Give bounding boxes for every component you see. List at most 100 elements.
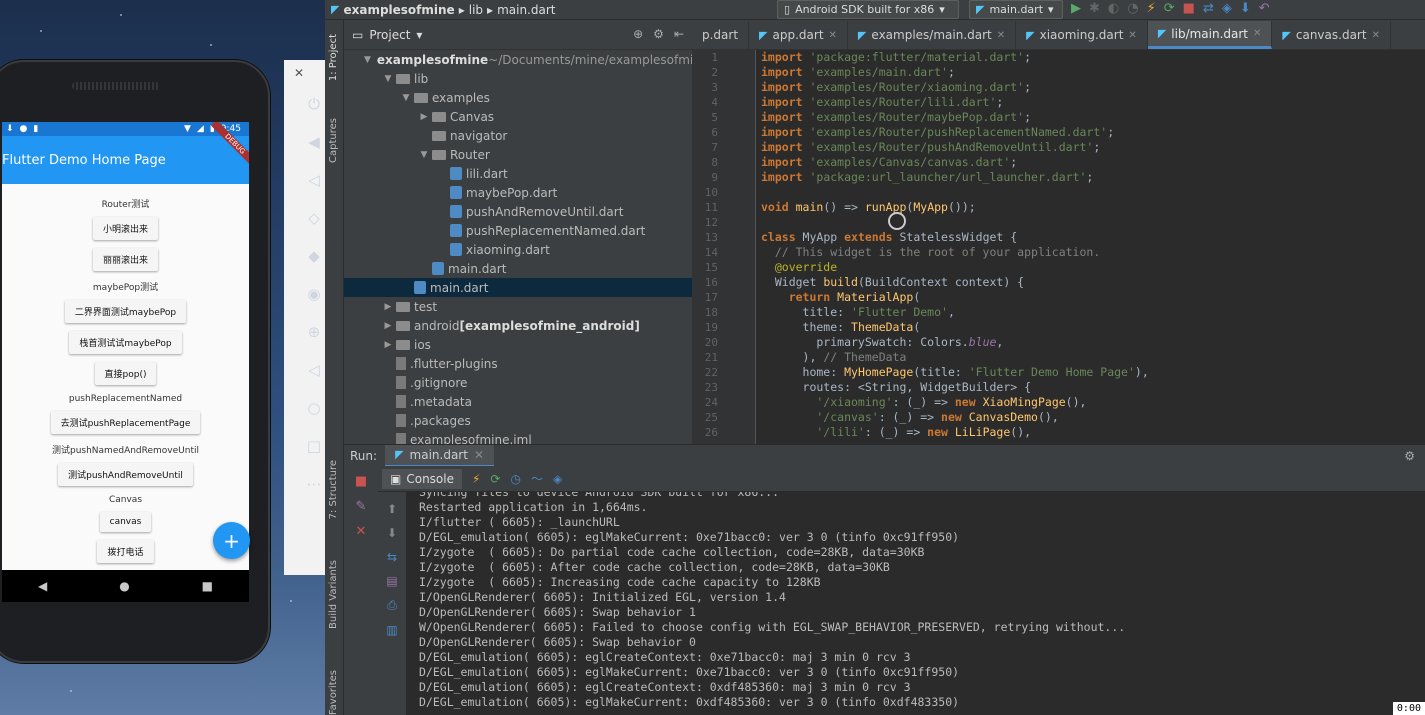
expand-arrow-icon[interactable]: ▶ — [382, 321, 394, 331]
close-icon[interactable]: ✕ — [1128, 30, 1136, 41]
close-icon[interactable]: ✕ — [997, 30, 1005, 41]
editor-tab[interactable]: ◤ app.dart ✕ — [749, 21, 848, 49]
timer-icon[interactable]: ◷ — [510, 472, 520, 486]
close-run-icon[interactable]: ✕ — [356, 524, 367, 539]
tree-item[interactable]: ▼ examplesofmine ~/Documents/mine/example… — [344, 50, 692, 69]
hot-restart-icon[interactable]: ⟳ — [1164, 1, 1175, 16]
expand-arrow-icon[interactable]: ▶ — [382, 302, 394, 312]
hot-reload-icon[interactable]: ⚡ — [472, 472, 480, 486]
performance-icon[interactable]: 〜 — [531, 470, 543, 487]
fab-add-button[interactable]: + — [213, 522, 250, 559]
tab-project[interactable]: 1: Project — [328, 34, 339, 81]
expand-arrow-icon[interactable]: ▼ — [418, 150, 430, 160]
zoom-icon[interactable]: ⊕ — [308, 323, 321, 341]
tree-item[interactable]: pushReplacementNamed.dart — [344, 221, 692, 240]
tree-item[interactable]: .flutter-plugins — [344, 354, 692, 373]
home-nav-icon[interactable]: ○ — [307, 399, 320, 417]
camera-icon[interactable]: ◉ — [307, 285, 320, 303]
tree-item[interactable]: navigator — [344, 126, 692, 145]
more-icon[interactable]: ⋯ — [307, 475, 322, 493]
editor-tab[interactable]: ◤ lib/main.dart ✕ — [1147, 21, 1273, 49]
undo-icon[interactable]: ↶ — [1259, 1, 1270, 16]
sync-gradle-icon[interactable]: ⇄ — [1203, 1, 1214, 16]
profile-icon[interactable]: ◔ — [1127, 1, 1138, 16]
console-output[interactable]: Syncing files to device Android SDK buil… — [406, 492, 1425, 715]
back-nav-icon[interactable]: ◁ — [308, 361, 320, 379]
pin-icon[interactable]: ✎ — [356, 499, 367, 514]
close-icon[interactable]: ✕ — [1372, 30, 1380, 41]
tree-item[interactable]: .gitignore — [344, 373, 692, 392]
up-arrow-icon[interactable]: ⬆ — [387, 502, 397, 516]
down-arrow-icon[interactable]: ⬇ — [387, 526, 397, 540]
tree-item[interactable]: ▶ Canvas — [344, 107, 692, 126]
close-icon[interactable]: ✕ — [294, 66, 304, 80]
sdk-icon[interactable]: ⬇ — [1240, 1, 1251, 16]
tree-item[interactable]: ▶ ios — [344, 335, 692, 354]
close-icon[interactable]: ✕ — [829, 30, 837, 41]
gear-icon[interactable]: ⚙ — [1404, 449, 1415, 463]
tree-item[interactable]: ▼ lib — [344, 69, 692, 88]
breadcrumb-lib[interactable]: lib — [469, 3, 483, 17]
soft-wrap-icon[interactable]: ⇆ — [387, 550, 397, 564]
app-button[interactable]: 测试pushAndRemoveUntil — [58, 463, 193, 486]
rotate-right-icon[interactable]: ◆ — [308, 247, 320, 265]
home-icon[interactable]: ● — [119, 579, 129, 593]
run-config-select[interactable]: ◤ main.dart ▾ — [969, 0, 1063, 19]
breadcrumb-file[interactable]: main.dart — [497, 3, 555, 17]
emulator-screen[interactable]: ⬇ ● ▮ ▼ ◢ ▮ 9:45 Flutter Demo Home Page DEBUG… — [2, 122, 249, 570]
back-icon[interactable]: ◀ — [38, 579, 47, 593]
console-tab[interactable]: ▣ Console — [382, 468, 462, 489]
breadcrumb-project[interactable]: examplesofmine — [343, 3, 454, 17]
code-area[interactable]: import 'package:flutter/material.dart'; i… — [761, 50, 1421, 444]
tree-item[interactable]: lili.dart — [344, 164, 692, 183]
app-button[interactable]: 二界界面测试maybePop — [64, 300, 187, 323]
editor-tab[interactable]: ◤ xiaoming.dart ✕ — [1016, 21, 1148, 49]
app-button[interactable]: 拨打电话 — [97, 540, 154, 563]
expand-arrow-icon[interactable]: ▼ — [382, 74, 394, 84]
volume-down-icon[interactable]: ◁ — [308, 171, 320, 189]
tree-item[interactable]: ▶ test — [344, 297, 692, 316]
tree-item[interactable]: main.dart — [344, 278, 692, 297]
gear-icon[interactable]: ⚙ — [653, 27, 664, 41]
chevron-down-icon[interactable]: ▾ — [416, 28, 422, 42]
close-icon[interactable]: ✕ — [1253, 28, 1261, 39]
app-button[interactable]: 栈首测试试maybePop — [69, 331, 182, 354]
avd-icon[interactable]: ◈ — [1222, 1, 1232, 16]
tab-captures[interactable]: Captures — [328, 118, 339, 163]
device-select[interactable]: ▯ Android SDK built for x86 ▾ — [777, 0, 959, 19]
tree-item[interactable]: examplesofmine.iml — [344, 430, 692, 444]
hot-restart-icon[interactable]: ⟳ — [490, 472, 500, 486]
print-icon[interactable]: ⎙ — [387, 598, 397, 613]
hot-reload-icon[interactable]: ⚡ — [1147, 1, 1156, 16]
tree-item[interactable]: pushAndRemoveUntil.dart — [344, 202, 692, 221]
tab-favorites[interactable]: Favorites — [328, 670, 339, 715]
app-button[interactable]: 丽丽滚出来 — [92, 248, 158, 271]
tab-build-variants[interactable]: Build Variants — [328, 560, 339, 629]
scroll-end-icon[interactable]: ▤ — [386, 574, 397, 588]
expand-arrow-icon[interactable]: ▶ — [418, 112, 430, 122]
tree-item[interactable]: ▼ examples — [344, 88, 692, 107]
tab-structure[interactable]: 7: Structure — [328, 460, 339, 519]
debug-icon[interactable]: ✱ — [1089, 1, 1100, 16]
tree-item[interactable]: ▶ android [examplesofmine_android] — [344, 316, 692, 335]
expand-arrow-icon[interactable]: ▼ — [364, 55, 371, 65]
run-tab-main[interactable]: ◤ main.dart ✕ — [385, 444, 494, 467]
tree-item[interactable]: .packages — [344, 411, 692, 430]
stop-icon[interactable]: ■ — [355, 474, 367, 489]
run-icon[interactable]: ▶ — [1071, 1, 1081, 16]
tree-item[interactable]: ▼ Router — [344, 145, 692, 164]
recents-icon[interactable]: ■ — [202, 579, 213, 593]
tree-item[interactable]: xiaoming.dart — [344, 240, 692, 259]
tree-item[interactable]: maybePop.dart — [344, 183, 692, 202]
rotate-left-icon[interactable]: ◇ — [308, 209, 320, 227]
volume-up-icon[interactable]: ◀ — [308, 133, 320, 151]
app-button[interactable]: canvas — [99, 512, 152, 532]
overview-icon[interactable]: □ — [307, 437, 321, 455]
project-view-select[interactable]: Project — [369, 28, 410, 42]
close-icon[interactable]: ✕ — [474, 448, 484, 462]
expand-arrow-icon[interactable]: ▶ — [382, 340, 394, 350]
power-icon[interactable]: ⏻ — [308, 95, 320, 113]
app-button[interactable]: 去测试pushReplacementPage — [50, 411, 201, 434]
hide-panel-icon[interactable]: ⇤ — [674, 27, 684, 41]
coverage-icon[interactable]: ◐ — [1108, 1, 1119, 16]
